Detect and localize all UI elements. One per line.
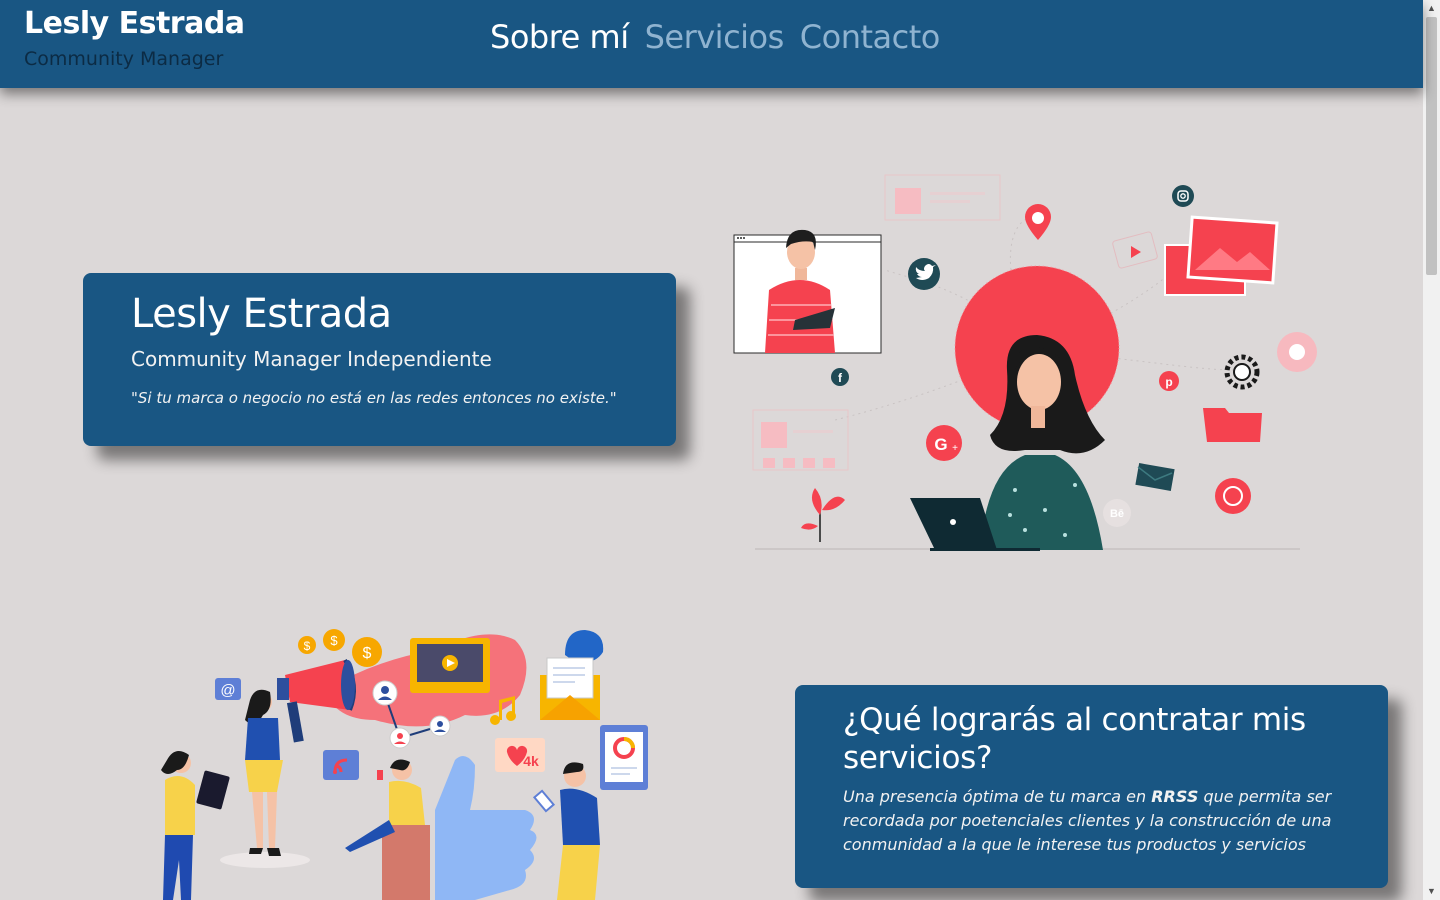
brand-name[interactable]: Lesly Estrada [24,6,245,41]
thumbs-up-icon [435,756,537,900]
envelope-icon [540,657,600,720]
hero-illustration: f p G + Bē [733,174,1317,551]
hero-quote: "Si tu marca o negocio no está en las re… [131,389,617,407]
chart-icon [600,725,648,790]
svg-text:$: $ [330,633,338,648]
twitter-icon [908,258,940,290]
gear-icon [1224,354,1260,390]
facebook-icon: f [831,368,849,386]
benefits-body-start: Una presencia óptima de tu marca en [843,787,1152,806]
heart-icon: 4k [495,738,545,772]
nav-link-sobre-mi[interactable]: Sobre mí [490,18,629,56]
svg-text:@: @ [220,682,235,699]
behance-icon: Bē [1103,499,1131,527]
nav-link-contacto[interactable]: Contacto [800,18,941,56]
man-with-phone [532,762,600,900]
at-sign-icon: @ [215,678,241,700]
man-with-tablet [733,229,882,354]
scroll-down-arrow-icon[interactable]: ▼ [1423,883,1440,900]
svg-text:$: $ [363,645,372,662]
svg-text:p: p [1165,375,1172,389]
video-player-icon [410,638,490,693]
faded-window-top [884,174,1001,221]
svg-text:Bē: Bē [1110,508,1124,520]
google-plus-icon: G + [926,425,962,461]
woman-with-laptop [910,265,1120,551]
hero-card: Lesly Estrada Community Manager Independ… [83,273,676,446]
hero-title: Lesly Estrada [131,291,392,337]
gear-icon-pink [1277,332,1317,372]
woman-with-tablet [161,751,230,900]
instagram-icon [1172,185,1194,207]
man-sitting-with-phone [345,759,430,900]
nav-link-servicios[interactable]: Servicios [645,18,785,56]
image-gallery-icon [1164,215,1279,296]
page-scrollbar[interactable]: ▲ ▼ [1423,0,1440,900]
brand-tagline: Community Manager [24,48,224,70]
location-pin-icon [1025,204,1051,240]
svg-text:G: G [934,435,947,454]
folder-icon [1203,408,1262,442]
scroll-up-arrow-icon[interactable]: ▲ [1423,0,1440,17]
site-header: Lesly Estrada Community Manager Sobre mí… [0,0,1423,88]
whatsapp-icon [1215,478,1251,514]
svg-text:$: $ [304,639,311,653]
pinterest-icon: p [1159,371,1179,391]
benefits-body-emphasis: RRSS [1151,787,1199,806]
rss-icon [323,750,359,780]
hero-subtitle: Community Manager Independiente [131,347,492,371]
faded-window-left [752,409,849,471]
video-play-icon [1112,231,1158,269]
benefits-title: ¿Qué lograrás al contratar mis servicios… [843,702,1306,776]
envelope-icon [1135,463,1175,491]
benefits-body: Una presencia óptima de tu marca en RRSS… [843,785,1368,857]
scrollbar-thumb[interactable] [1426,17,1437,275]
heart-count: 4k [523,753,539,769]
marketing-illustration: $ $ $ @ 4k [161,629,648,900]
megaphone-icon [277,658,356,743]
main-nav: Sobre mí Servicios Contacto [490,18,940,56]
plant-decoration [801,488,845,543]
benefits-card: ¿Qué lograrás al contratar mis servicios… [795,685,1388,888]
svg-text:+: + [952,443,958,454]
